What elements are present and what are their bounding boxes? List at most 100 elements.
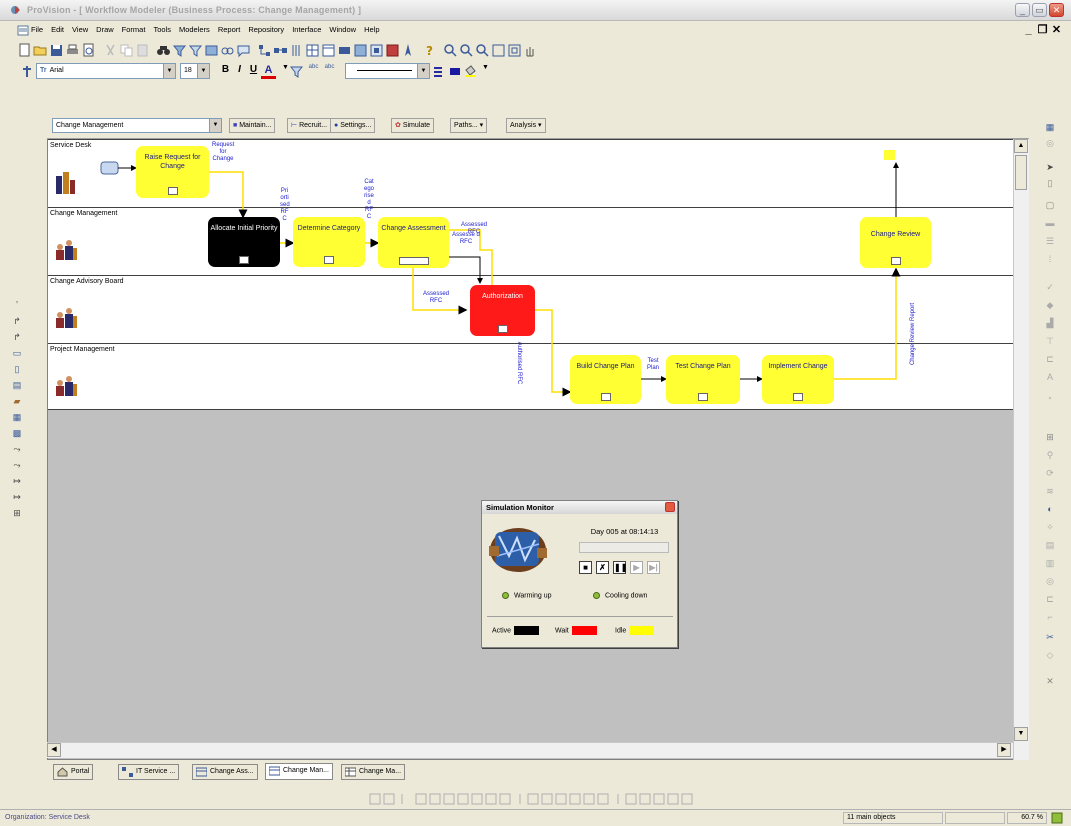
vertical-scrollbar[interactable]: ▲ ▼: [1013, 139, 1029, 760]
menu-edit[interactable]: Edit: [50, 25, 65, 34]
cut-icon[interactable]: [103, 43, 118, 58]
link-tool-alt-icon[interactable]: ⤳: [11, 460, 23, 472]
bracket-tool-icon[interactable]: ⁞: [1044, 254, 1056, 266]
connector-icon[interactable]: ↱: [11, 316, 23, 328]
merge-tool-icon[interactable]: ⊏: [1044, 354, 1056, 366]
maintain-button[interactable]: ■ Maintain...: [229, 118, 276, 133]
navigator-icon[interactable]: [385, 43, 400, 58]
menu-tools[interactable]: Tools: [152, 25, 172, 34]
bracket-alt-icon[interactable]: ⊏: [1044, 594, 1056, 606]
menu-file[interactable]: File: [30, 25, 44, 34]
scroll-right-button[interactable]: ▶: [997, 743, 1011, 757]
folder-icon[interactable]: ▰: [11, 396, 23, 408]
stop-button[interactable]: ■: [579, 561, 592, 574]
org-tool-icon[interactable]: ⊞: [1044, 432, 1056, 444]
text-tool-icon[interactable]: A: [1044, 372, 1056, 384]
lines-tool-icon[interactable]: ≋: [1044, 486, 1056, 498]
arrow-tool-alt-icon[interactable]: ↦: [11, 492, 23, 504]
analysis-button[interactable]: Analysis ▾: [506, 118, 546, 133]
connector-alt-icon[interactable]: ↱: [11, 332, 23, 344]
menu-modelers[interactable]: Modelers: [178, 25, 211, 34]
link-tool-icon[interactable]: ⤳: [11, 444, 23, 456]
recruit-button[interactable]: ⊢ Recruit...: [287, 118, 332, 133]
tab-change-assessment[interactable]: Change Ass...: [192, 764, 258, 780]
column-icon[interactable]: [289, 43, 304, 58]
compass-icon[interactable]: [401, 43, 416, 58]
menu-view[interactable]: View: [71, 25, 89, 34]
grid-icon[interactable]: [305, 43, 320, 58]
whole-page-icon[interactable]: [507, 43, 522, 58]
settings-button[interactable]: ● Settings...: [330, 118, 376, 133]
layout-icon[interactable]: [337, 43, 352, 58]
simulate-button[interactable]: ✿ Simulate: [391, 118, 435, 133]
line-weight-icon[interactable]: [432, 64, 447, 79]
process-authorization[interactable]: Authorization: [470, 285, 535, 336]
role-tool-icon[interactable]: ⚲: [1044, 450, 1056, 462]
hierarchy-icon[interactable]: [257, 43, 272, 58]
scroll-left-button[interactable]: ◀: [47, 743, 61, 757]
step-button[interactable]: ▶|: [647, 561, 660, 574]
process-test-change-plan[interactable]: Test Change Plan: [666, 355, 740, 404]
zoom-fit-icon[interactable]: [1051, 812, 1063, 824]
hierarchy-tool-icon[interactable]: ⊞: [11, 508, 23, 520]
bold-icon[interactable]: B: [218, 64, 233, 79]
paint-bucket-icon[interactable]: [463, 64, 478, 79]
process-allocate-priority[interactable]: Allocate Initial Priority: [208, 217, 280, 267]
cycle-tool-icon[interactable]: ⟳: [1044, 468, 1056, 480]
zoom-in-icon[interactable]: [443, 43, 458, 58]
list-tool-icon[interactable]: ☰: [1044, 236, 1056, 248]
underline-icon[interactable]: U: [246, 64, 261, 79]
process-flow-icon[interactable]: [273, 43, 288, 58]
diamond-tool-icon[interactable]: ◆: [1044, 300, 1056, 312]
paths-button[interactable]: Paths... ▾: [450, 118, 488, 133]
pan-icon[interactable]: [523, 43, 538, 58]
zoom-fit-icon[interactable]: [491, 43, 506, 58]
italic-icon[interactable]: I: [232, 64, 247, 79]
process-change-review[interactable]: Change Review: [860, 217, 931, 268]
font-select[interactable]: Tr Arial ▼: [36, 63, 176, 79]
cancel-button[interactable]: ✗: [596, 561, 609, 574]
line-style-select[interactable]: ▼: [345, 63, 430, 79]
sparkle-tool-icon[interactable]: ✧: [1044, 522, 1056, 534]
menu-interface[interactable]: Interface: [291, 25, 322, 34]
fill-color-icon[interactable]: [448, 64, 463, 79]
menu-report[interactable]: Report: [217, 25, 242, 34]
tab-portal[interactable]: Portal: [53, 764, 94, 780]
new-icon[interactable]: [17, 43, 32, 58]
mdi-close-button[interactable]: ✕: [1050, 24, 1063, 37]
process-determine-category[interactable]: Determine Category: [293, 217, 365, 267]
close-button[interactable]: ✕: [1049, 3, 1064, 17]
text-abc-outline-icon[interactable]: abc: [322, 64, 337, 79]
process-raise-request[interactable]: Raise Request for Change: [136, 146, 209, 198]
maximize-button[interactable]: ▭: [1032, 3, 1047, 17]
rectangle-icon[interactable]: ▭: [11, 348, 23, 360]
zoom-out-icon[interactable]: [459, 43, 474, 58]
grid-shape-icon[interactable]: ▩: [11, 428, 23, 440]
mdi-restore-button[interactable]: ❐: [1036, 24, 1049, 37]
font-color-icon[interactable]: A: [261, 64, 276, 79]
palette-icon[interactable]: ▦: [1044, 122, 1056, 134]
process-implement-change[interactable]: Implement Change: [762, 355, 834, 404]
model-explorer-icon[interactable]: [204, 43, 219, 58]
box-tool-icon[interactable]: ▯: [1044, 178, 1056, 190]
filter-plus-icon[interactable]: [188, 43, 203, 58]
arrow-tool-icon[interactable]: ↦: [11, 476, 23, 488]
comment-icon[interactable]: [236, 43, 251, 58]
scroll-up-button[interactable]: ▲: [1014, 139, 1028, 153]
print-preview-icon[interactable]: [81, 43, 96, 58]
find-icon[interactable]: [156, 43, 171, 58]
frame-tool-icon[interactable]: ▢: [1044, 200, 1056, 212]
menu-help[interactable]: Help: [363, 25, 380, 34]
document-icon[interactable]: [17, 25, 29, 36]
play-button[interactable]: ▶: [630, 561, 643, 574]
stack-tool-icon[interactable]: ▤: [1044, 540, 1056, 552]
scroll-thumb[interactable]: [1015, 155, 1027, 190]
simulation-monitor[interactable]: Simulation Monitor Day 005 at 08:14:13 ■…: [481, 500, 678, 648]
document-shape-icon[interactable]: ▤: [11, 380, 23, 392]
filter-icon[interactable]: [172, 43, 187, 58]
text-abc-icon[interactable]: abc: [306, 64, 321, 79]
sim-title-bar[interactable]: Simulation Monitor: [482, 501, 677, 514]
paste-icon[interactable]: [135, 43, 150, 58]
palette-alt-icon[interactable]: ◎: [1044, 138, 1056, 150]
split-tool-icon[interactable]: ⊤: [1044, 336, 1056, 348]
